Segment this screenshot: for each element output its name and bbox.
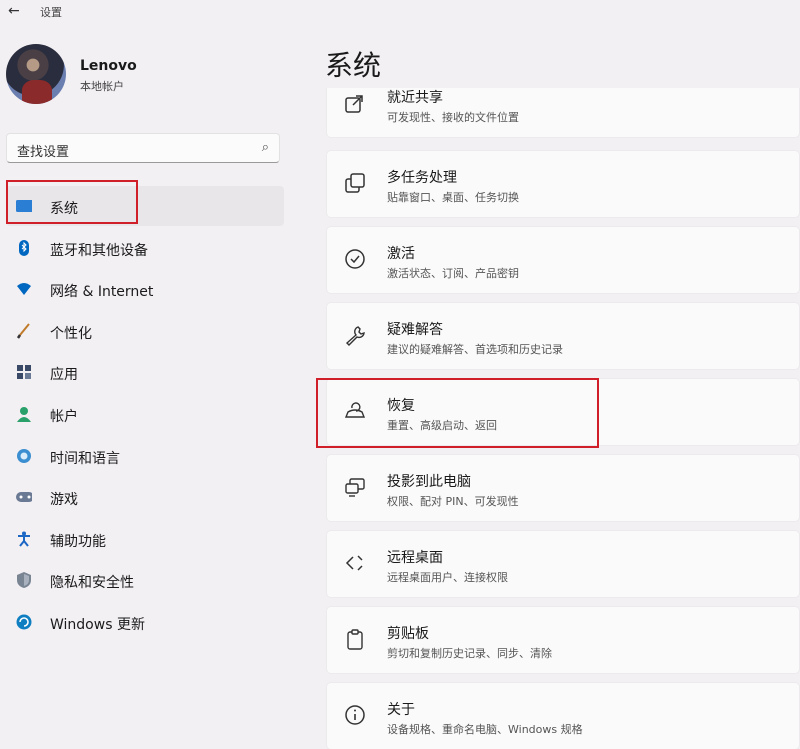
- page-title: 系统: [325, 49, 382, 82]
- sidebar-item-label: 个性化: [50, 325, 92, 342]
- card-subtitle: 激活状态、订阅、产品密钥: [387, 267, 519, 280]
- wrench-icon: [343, 323, 367, 347]
- card-project-to-pc[interactable]: 投影到此电脑 权限、配对 PIN、可发现性: [326, 454, 800, 522]
- remote-desktop-icon: [343, 551, 367, 575]
- card-activation[interactable]: 激活 激活状态、订阅、产品密钥: [326, 226, 800, 294]
- share-icon: [343, 91, 367, 115]
- card-subtitle: 剪切和复制历史记录、同步、清除: [387, 647, 552, 660]
- sidebar-item-gaming[interactable]: 游戏: [6, 477, 284, 517]
- sidebar-item-apps[interactable]: 应用: [6, 352, 284, 392]
- shield-icon: [16, 572, 32, 589]
- sidebar-item-accessibility[interactable]: 辅助功能: [6, 519, 284, 559]
- card-nearby-sharing[interactable]: 就近共享 可发现性、接收的文件位置: [326, 88, 800, 138]
- card-subtitle: 远程桌面用户、连接权限: [387, 571, 508, 584]
- account-icon: [16, 406, 32, 422]
- card-subtitle: 建议的疑难解答、首选项和历史记录: [387, 343, 563, 356]
- card-subtitle: 贴靠窗口、桌面、任务切换: [387, 191, 519, 204]
- card-title: 多任务处理: [387, 170, 457, 186]
- card-remote-desktop[interactable]: 远程桌面 远程桌面用户、连接权限: [326, 530, 800, 598]
- card-subtitle: 可发现性、接收的文件位置: [387, 111, 519, 124]
- card-title: 疑难解答: [387, 322, 443, 338]
- card-title: 就近共享: [387, 90, 443, 106]
- card-title: 关于: [387, 702, 415, 718]
- search-box[interactable]: 查找设置 ⌕: [6, 133, 280, 163]
- sidebar-item-windows-update[interactable]: Windows 更新: [6, 602, 284, 642]
- sidebar-item-label: 应用: [50, 367, 78, 384]
- sidebar-item-label: 隐私和安全性: [50, 575, 134, 592]
- card-subtitle: 权限、配对 PIN、可发现性: [387, 495, 519, 508]
- back-button[interactable]: ←: [8, 3, 20, 19]
- update-icon: [16, 614, 32, 630]
- card-multitasking[interactable]: 多任务处理 贴靠窗口、桌面、任务切换: [326, 150, 800, 218]
- network-icon: [16, 281, 32, 297]
- bluetooth-icon: [16, 239, 32, 256]
- search-icon[interactable]: ⌕: [262, 140, 269, 155]
- sidebar-item-label: 游戏: [50, 492, 78, 509]
- card-title: 投影到此电脑: [387, 474, 471, 490]
- app-title: 设置: [40, 6, 62, 19]
- sidebar-item-label: 辅助功能: [50, 533, 106, 550]
- clipboard-icon: [343, 627, 367, 651]
- sidebar-item-label: 蓝牙和其他设备: [50, 242, 148, 259]
- brush-icon: [16, 323, 32, 339]
- card-troubleshoot[interactable]: 疑难解答 建议的疑难解答、首选项和历史记录: [326, 302, 800, 370]
- title-bar: ← 设置: [0, 0, 800, 24]
- sidebar-item-label: 网络 & Internet: [50, 284, 154, 301]
- sidebar-item-label: 帐户: [50, 408, 78, 425]
- card-title: 远程桌面: [387, 550, 443, 566]
- account-type: 本地帐户: [80, 80, 124, 93]
- sidebar-item-accounts[interactable]: 帐户: [6, 394, 284, 434]
- info-icon: [343, 703, 367, 727]
- sidebar-item-label: 时间和语言: [50, 450, 120, 467]
- sidebar-nav: 系统 蓝牙和其他设备 网络 & Internet 个性化 应用 帐户 时间和语言…: [6, 186, 284, 644]
- recovery-highlight-box: [316, 378, 599, 448]
- clock-globe-icon: [16, 448, 32, 464]
- card-clipboard[interactable]: 剪贴板 剪切和复制历史记录、同步、清除: [326, 606, 800, 674]
- search-input[interactable]: 查找设置: [17, 141, 69, 160]
- card-title: 剪贴板: [387, 626, 429, 642]
- check-circle-icon: [343, 247, 367, 271]
- card-title: 激活: [387, 246, 415, 262]
- card-subtitle: 设备规格、重命名电脑、Windows 规格: [387, 723, 583, 736]
- avatar: [6, 44, 66, 104]
- gamepad-icon: [16, 489, 32, 505]
- selection-highlight-box: [6, 180, 138, 224]
- sidebar-item-label: Windows 更新: [50, 616, 145, 633]
- sidebar-item-personalization[interactable]: 个性化: [6, 311, 284, 351]
- user-name: Lenovo: [80, 58, 137, 74]
- project-icon: [343, 475, 367, 499]
- user-profile[interactable]: Lenovo 本地帐户: [6, 44, 286, 108]
- accessibility-icon: [16, 531, 32, 547]
- sidebar-item-privacy[interactable]: 隐私和安全性: [6, 560, 284, 600]
- apps-icon: [16, 364, 32, 380]
- multitask-icon: [343, 171, 367, 195]
- sidebar-item-time-language[interactable]: 时间和语言: [6, 436, 284, 476]
- sidebar-item-bluetooth[interactable]: 蓝牙和其他设备: [6, 228, 284, 268]
- sidebar-item-network[interactable]: 网络 & Internet: [6, 269, 284, 309]
- card-about[interactable]: 关于 设备规格、重命名电脑、Windows 规格: [326, 682, 800, 749]
